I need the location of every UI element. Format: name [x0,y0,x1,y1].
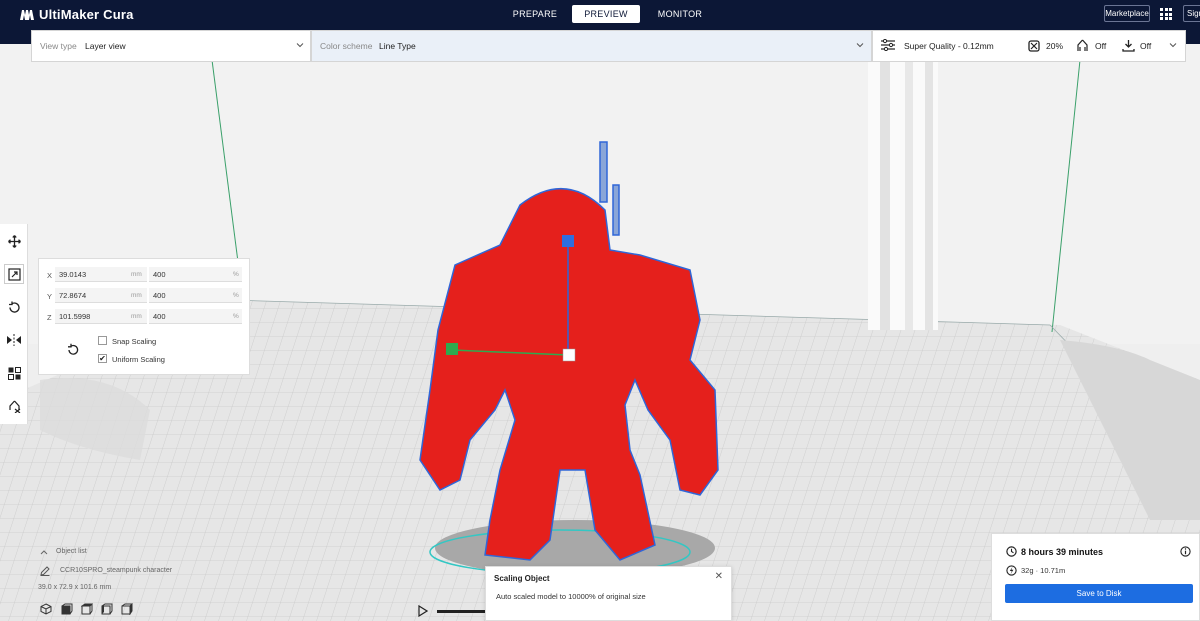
unit-mm-label: mm [131,271,142,278]
scaling-notification: Scaling Object ✕ Auto scaled model to 10… [485,566,732,621]
support-icon [1077,39,1088,51]
material-usage: 32g · 10.71m [1021,566,1066,575]
tab-monitor[interactable]: MONITOR [654,5,706,23]
color-scheme-dropdown[interactable]: Color scheme Line Type [311,30,872,62]
3d-view-icon[interactable] [40,603,52,615]
y-axis-label: Y [47,292,53,301]
support-value: Off [1095,41,1107,51]
color-scheme-label: Color scheme [320,41,373,51]
sign-in-button[interactable]: Sign [1183,5,1200,22]
material-spool-icon [1006,565,1017,576]
object-list-header[interactable]: Object list [56,548,87,555]
move-icon [7,234,21,248]
infill-icon [1028,40,1040,52]
notification-title: Scaling Object [494,574,550,583]
reset-scale-icon[interactable] [67,343,79,356]
tab-preview[interactable]: PREVIEW [572,5,640,23]
top-view-icon[interactable] [81,603,93,615]
chevron-up-icon[interactable] [40,549,48,555]
snap-scaling-label: Snap Scaling [112,337,157,346]
layer-slider-track[interactable] [437,610,487,613]
marketplace-button[interactable]: Marketplace [1104,5,1150,22]
adhesion-icon [1122,40,1135,52]
edit-pencil-icon[interactable] [40,566,50,576]
adhesion-value: Off [1140,41,1152,51]
view-type-value: Layer view [85,41,126,51]
app-header-bar: UltiMaker Cura PREPARE PREVIEW MONITOR M… [0,0,1200,30]
unit-percent-label: % [233,292,239,299]
unit-mm-label: mm [131,292,142,299]
left-view-icon[interactable] [101,603,113,615]
scale-icon [7,267,21,281]
z-axis-label: Z [47,313,52,322]
uniform-scaling-checkbox[interactable]: ✔ [98,354,107,363]
tab-prepare[interactable]: PREPARE [511,5,559,23]
front-view-icon[interactable] [61,603,73,615]
color-scheme-value: Line Type [379,41,416,51]
per-model-settings-icon [7,366,21,380]
infill-value: 20% [1046,41,1064,51]
unit-mm-label: mm [131,313,142,320]
mirror-tool-button[interactable] [4,330,24,350]
scale-x-percent-input[interactable]: 400 [149,267,242,282]
uniform-scaling-label: Uniform Scaling [112,355,165,364]
save-to-disk-button[interactable]: Save to Disk [1005,584,1193,603]
chevron-down-icon [856,43,864,48]
unit-percent-label: % [233,271,239,278]
notification-message: Auto scaled model to 10000% of original … [496,592,646,601]
view-type-label: View type [40,41,77,51]
quality-profile: Super Quality - 0.12mm [904,41,994,51]
support-blocker-icon [8,400,20,413]
play-icon[interactable] [418,605,428,617]
chevron-down-icon [296,43,304,48]
rotate-tool-button[interactable] [4,297,24,317]
mirror-icon [7,334,21,346]
app-title: UltiMaker Cura [39,7,134,22]
app-logo: UltiMaker Cura [20,7,134,22]
x-axis-label: X [47,271,53,280]
rotate-icon [8,301,20,313]
apps-grid-icon[interactable] [1160,8,1172,20]
scale-y-percent-input[interactable]: 400 [149,288,242,303]
per-model-settings-button[interactable] [4,363,24,383]
move-tool-button[interactable] [4,231,24,251]
info-icon[interactable] [1180,546,1191,557]
chevron-down-icon [1169,43,1177,48]
settings-sliders-icon [881,39,895,51]
print-time: 8 hours 39 minutes [1021,547,1104,557]
print-summary-panel: 8 hours 39 minutes 32g · 10.71m Save to … [991,533,1200,621]
unit-percent-label: % [233,313,239,320]
right-view-icon[interactable] [121,603,133,615]
print-settings-panel[interactable]: Super Quality - 0.12mm 20% Off Off [872,30,1186,62]
ultimaker-logo-icon [20,9,34,20]
object-name: CCR10SPRO_steampunk character [60,567,173,574]
snap-scaling-checkbox[interactable] [98,336,107,345]
view-type-dropdown[interactable]: View type Layer view [31,30,311,62]
scale-tool-panel: X 39.0143 mm 400 % Y 72.8674 mm 400 % Z … [38,258,250,375]
scale-z-percent-input[interactable]: 400 [149,309,242,324]
close-icon[interactable]: ✕ [715,571,723,582]
clock-icon [1006,546,1017,557]
object-dimensions: 39.0 x 72.9 x 101.6 mm [38,584,112,591]
tool-sidebar [0,224,28,424]
support-blocker-button[interactable] [4,396,24,416]
scale-tool-button[interactable] [4,264,24,284]
